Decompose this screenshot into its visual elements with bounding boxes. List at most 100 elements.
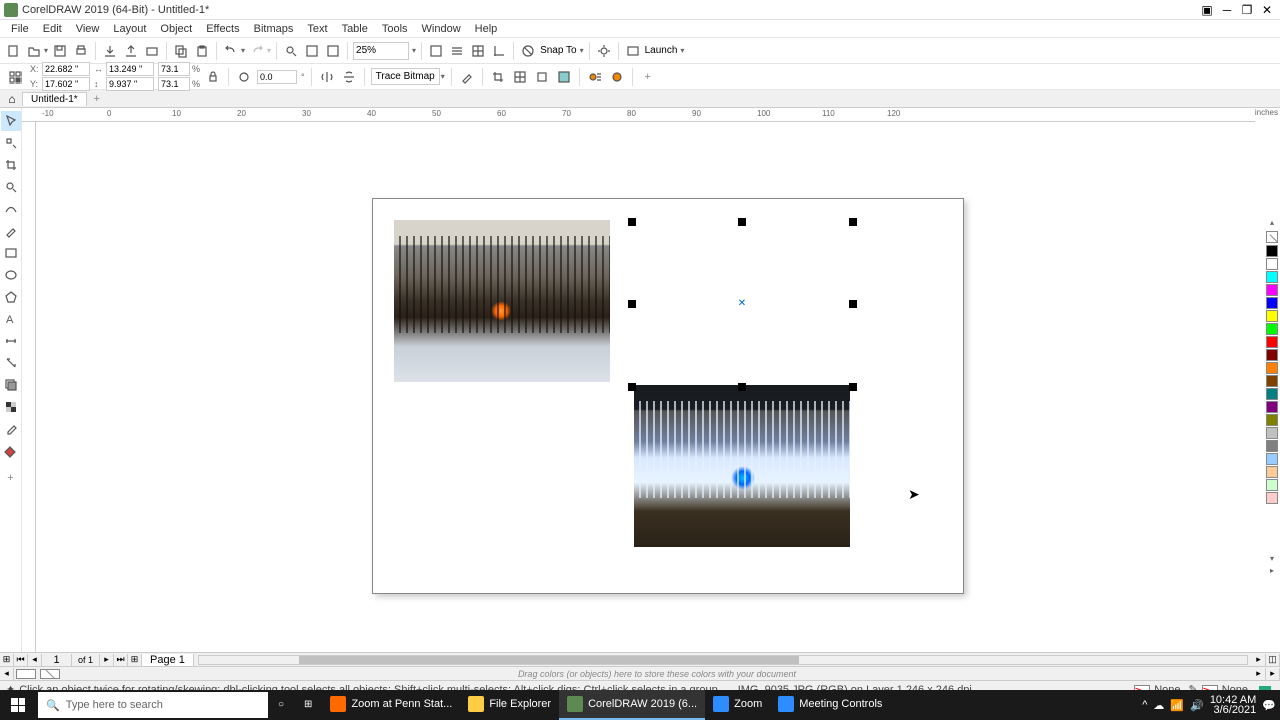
save-button[interactable] <box>51 42 69 60</box>
menu-bitmaps[interactable]: Bitmaps <box>247 21 301 37</box>
fullscreen-button[interactable] <box>427 42 445 60</box>
color-swatch[interactable] <box>1266 479 1278 491</box>
wrap-text-button[interactable] <box>586 68 604 86</box>
x-position[interactable] <box>42 62 90 76</box>
canvas-area[interactable]: -100102030405060708090100110120 inches ✕… <box>22 108 1280 652</box>
menu-object[interactable]: Object <box>153 21 199 37</box>
rulers-button[interactable] <box>448 42 466 60</box>
crop-tool[interactable] <box>1 155 21 175</box>
bitmap-mask-button[interactable] <box>555 68 573 86</box>
guidelines-button[interactable] <box>490 42 508 60</box>
color-swatch[interactable] <box>1266 440 1278 452</box>
palette-down-arrow[interactable]: ▾ <box>1270 554 1274 566</box>
color-swatch[interactable] <box>1266 375 1278 387</box>
export-button[interactable] <box>122 42 140 60</box>
grid-button[interactable] <box>469 42 487 60</box>
resample-button[interactable] <box>511 68 529 86</box>
first-page-button[interactable]: ⏮ <box>14 654 28 666</box>
selection-handle-w[interactable] <box>628 300 636 308</box>
menu-edit[interactable]: Edit <box>36 21 69 37</box>
minimize-button[interactable]: ─ <box>1218 2 1236 18</box>
color-swatch[interactable] <box>1266 284 1278 296</box>
scale-x[interactable] <box>158 62 190 76</box>
taskbar-app[interactable]: Zoom <box>705 690 770 720</box>
doc-palette-right[interactable]: ▸ <box>1252 668 1266 680</box>
drop-shadow-tool[interactable] <box>1 375 21 395</box>
help-button[interactable]: ▣ <box>1198 2 1216 18</box>
tray-up-icon[interactable]: ^ <box>1142 699 1147 711</box>
add-page-after-button[interactable]: ⊞ <box>128 654 142 666</box>
color-swatch[interactable] <box>1266 388 1278 400</box>
bitmap-image-selected[interactable] <box>634 385 850 547</box>
paste-button[interactable] <box>193 42 211 60</box>
color-swatch[interactable] <box>1266 427 1278 439</box>
tray-network-icon[interactable]: 📶 <box>1170 699 1184 712</box>
eyedropper-tool[interactable] <box>1 419 21 439</box>
color-swatch[interactable] <box>1266 310 1278 322</box>
doc-palette-left[interactable]: ◂ <box>0 668 14 680</box>
pointillizer-button[interactable] <box>303 42 321 60</box>
color-swatch[interactable] <box>1266 492 1278 504</box>
scale-y[interactable] <box>158 77 190 91</box>
object-origin[interactable] <box>4 66 26 88</box>
open-button[interactable] <box>25 42 43 60</box>
color-swatch[interactable] <box>1266 271 1278 283</box>
menu-table[interactable]: Table <box>335 21 375 37</box>
height-input[interactable] <box>106 77 154 91</box>
selection-handle-e[interactable] <box>849 300 857 308</box>
doc-palette-swatch[interactable] <box>16 669 36 679</box>
start-button[interactable] <box>0 690 36 720</box>
shape-tool[interactable] <box>1 133 21 153</box>
transparency-tool[interactable] <box>1 397 21 417</box>
color-swatch[interactable] <box>1266 362 1278 374</box>
selection-handle-n[interactable] <box>738 218 746 226</box>
zoom-tool[interactable] <box>1 177 21 197</box>
selection-handle-se[interactable] <box>849 383 857 391</box>
width-input[interactable] <box>106 62 154 76</box>
doc-palette-flyout[interactable]: ▸ <box>1266 668 1280 680</box>
no-color-swatch[interactable] <box>1266 231 1278 243</box>
new-button[interactable] <box>4 42 22 60</box>
taskbar-app[interactable]: Meeting Controls <box>770 690 890 720</box>
ellipse-tool[interactable] <box>1 265 21 285</box>
launch-label[interactable]: Launch <box>645 45 678 56</box>
tray-onedrive-icon[interactable]: ☁ <box>1153 699 1164 712</box>
color-swatch[interactable] <box>1266 414 1278 426</box>
color-swatch[interactable] <box>1266 245 1278 257</box>
bitmap-image-1[interactable] <box>394 220 610 382</box>
taskbar-app[interactable]: CorelDRAW 2019 (6... <box>559 690 705 720</box>
artistic-media-tool[interactable] <box>1 221 21 241</box>
add-tab-button[interactable]: + <box>89 93 105 105</box>
mirror-h-button[interactable] <box>318 68 336 86</box>
menu-view[interactable]: View <box>69 21 107 37</box>
menu-help[interactable]: Help <box>468 21 505 37</box>
selection-center[interactable]: ✕ <box>737 298 747 308</box>
connector-tool[interactable] <box>1 353 21 373</box>
zoom-dropdown[interactable]: ▾ <box>412 46 416 55</box>
snap-off-button[interactable] <box>519 42 537 60</box>
cortana-button[interactable]: ○ <box>268 690 294 720</box>
color-swatch[interactable] <box>1266 297 1278 309</box>
color-swatch[interactable] <box>1266 466 1278 478</box>
menu-effects[interactable]: Effects <box>199 21 246 37</box>
add-preset-button[interactable]: + <box>639 68 657 86</box>
lock-ratio[interactable] <box>204 68 222 86</box>
text-tool[interactable]: A <box>1 309 21 329</box>
tray-volume-icon[interactable]: 🔊 <box>1190 699 1204 712</box>
pick-tool[interactable] <box>1 111 21 131</box>
selection-handle-s[interactable] <box>738 383 746 391</box>
scroll-right-button[interactable]: ▸ <box>1252 654 1266 666</box>
task-view-button[interactable]: ⊞ <box>294 690 322 720</box>
menu-layout[interactable]: Layout <box>106 21 153 37</box>
palette-up-arrow[interactable]: ▴ <box>1270 218 1274 230</box>
add-tool-button[interactable]: + <box>1 468 21 488</box>
scroll-thumb[interactable] <box>299 656 799 664</box>
edit-bitmap-button[interactable] <box>458 68 476 86</box>
color-swatch[interactable] <box>1266 401 1278 413</box>
last-page-button[interactable]: ⏭ <box>114 654 128 666</box>
page-tab[interactable]: Page 1 <box>142 654 194 666</box>
color-swatch[interactable] <box>1266 323 1278 335</box>
fill-tool[interactable] <box>1 441 21 461</box>
copy-button[interactable] <box>172 42 190 60</box>
system-tray[interactable]: ^ ☁ 📶 🔊 10:42 AM 3/6/2021 💬 <box>1142 695 1280 715</box>
